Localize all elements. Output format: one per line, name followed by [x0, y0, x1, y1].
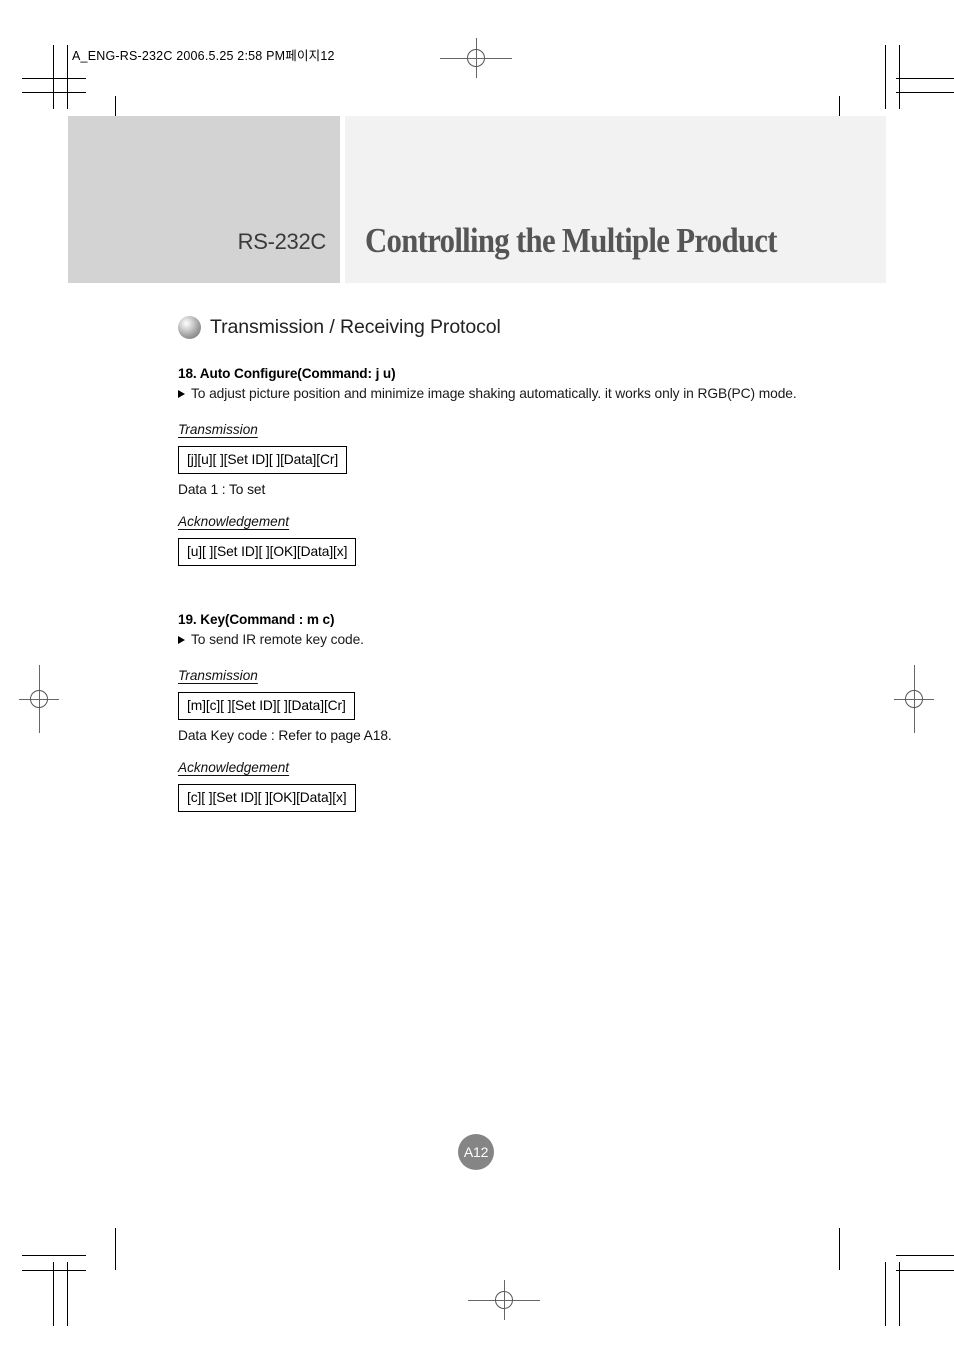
crop-mark-bottom-left-horizontal-2	[22, 1270, 86, 1271]
crop-mark-bottom-right-vertical	[885, 1262, 886, 1326]
crop-mark-top-left-vertical-2	[67, 45, 68, 109]
crop-mark-bottom-right-horizontal	[896, 1255, 954, 1256]
registration-ring	[467, 49, 485, 67]
command-block-18: 18. Auto Configure(Command: j u) To adju…	[178, 366, 818, 567]
file-header-stamp: A_ENG-RS-232C 2006.5.25 2:58 PM페이지12	[72, 49, 335, 63]
crop-mark-top-left-vertical	[53, 45, 54, 109]
crop-mark-bottom-left-horizontal	[22, 1255, 86, 1256]
command-description: To send IR remote key code.	[178, 631, 818, 649]
banner-left-panel: RS-232C	[68, 116, 340, 283]
command-title: 19. Key(Command : m c)	[178, 612, 335, 628]
crop-mark-top-left-horizontal	[22, 78, 86, 79]
section-heading-label: Transmission / Receiving Protocol	[210, 316, 501, 338]
registration-mark-right	[894, 665, 934, 733]
registration-mark-top	[440, 38, 512, 78]
banner-subtitle: RS-232C	[237, 229, 327, 254]
crop-mark-bottom-right-vertical-2	[899, 1262, 900, 1326]
acknowledgement-label: Acknowledgement	[178, 514, 290, 530]
crop-mark-top-left-horizontal-2	[22, 92, 86, 93]
page-title: Controlling the Multiple Product	[365, 221, 778, 260]
command-title: 18. Auto Configure(Command: j u)	[178, 366, 396, 381]
transmission-data-note: Data Key code : Refer to page A18.	[178, 728, 392, 744]
crop-mark-top-right-vertical-2	[899, 45, 900, 109]
crop-mark-bottom-right-horizontal-2	[896, 1270, 954, 1271]
crop-mark-inner-bottom-right	[839, 1228, 840, 1270]
page-number-badge: A12	[458, 1134, 494, 1170]
registration-ring	[905, 690, 923, 708]
crop-mark-top-right-vertical	[885, 45, 886, 109]
acknowledgement-code-box: [u][ ][Set ID][ ][OK][Data][x]	[178, 538, 357, 567]
acknowledgement-code-box: [c][ ][Set ID][ ][OK][Data][x]	[178, 784, 356, 813]
triangle-bullet-icon	[178, 636, 185, 645]
sphere-bullet-icon	[178, 316, 201, 339]
registration-ring	[30, 690, 48, 708]
transmission-label: Transmission	[178, 422, 258, 438]
acknowledgement-label: Acknowledgement	[178, 760, 290, 776]
section-heading: Transmission / Receiving Protocol	[178, 316, 501, 339]
crop-mark-top-right-horizontal-2	[896, 92, 954, 93]
transmission-code-box: [m][c][ ][Set ID][ ][Data][Cr]	[178, 692, 355, 721]
crop-mark-inner-bottom-left	[115, 1228, 116, 1270]
registration-mark-bottom	[468, 1280, 540, 1320]
protocol-content: 18. Auto Configure(Command: j u) To adju…	[178, 366, 818, 813]
crop-mark-bottom-left-vertical-2	[67, 1262, 68, 1326]
crop-mark-top-right-horizontal	[896, 78, 954, 79]
command-block-19: 19. Key(Command : m c) To send IR remote…	[178, 612, 818, 813]
transmission-label: Transmission	[178, 668, 258, 684]
command-description-text: To adjust picture position and minimize …	[191, 386, 797, 401]
triangle-bullet-icon	[178, 390, 185, 398]
banner-right-panel: Controlling the Multiple Product	[345, 116, 886, 283]
command-description-text: To send IR remote key code.	[191, 632, 364, 648]
registration-ring	[495, 1291, 513, 1309]
transmission-data-note: Data 1 : To set	[178, 482, 266, 498]
command-description: To adjust picture position and minimize …	[178, 385, 818, 403]
crop-mark-bottom-left-vertical	[53, 1262, 54, 1326]
page-title-banner: RS-232C Controlling the Multiple Product	[68, 116, 886, 283]
transmission-code-box: [j][u][ ][Set ID][ ][Data][Cr]	[178, 446, 348, 475]
registration-mark-left	[19, 665, 59, 733]
